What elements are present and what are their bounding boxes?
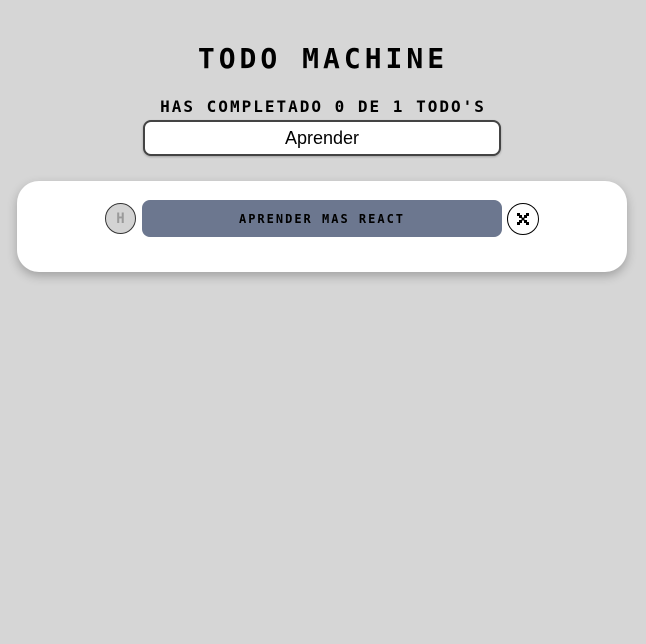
todo-text: aprender mas react (238, 211, 406, 226)
check-icon[interactable]: H (105, 203, 136, 234)
todo-counter: Has completado 0 de 1 TODO's (160, 97, 486, 117)
todo-text-box: aprender mas react (142, 200, 502, 237)
todo-list: H aprender mas react (17, 181, 627, 272)
close-icon (517, 213, 529, 225)
delete-button[interactable] (507, 203, 539, 235)
search-input[interactable] (143, 120, 501, 156)
todo-item: H aprender mas react (105, 200, 539, 237)
app-title: Todo Machine (197, 41, 449, 75)
